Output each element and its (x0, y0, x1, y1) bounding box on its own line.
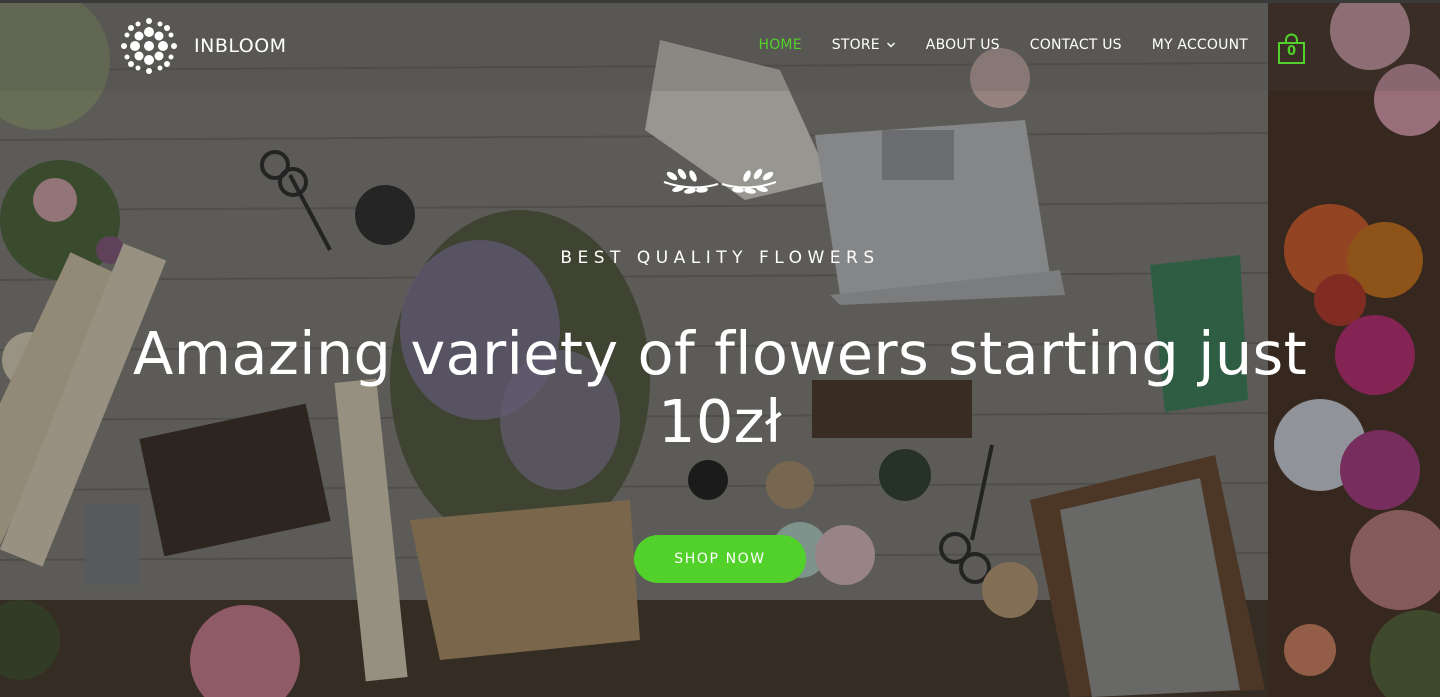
cart-count: 0 (1286, 44, 1297, 59)
site-header: INBLOOM HOME STORE ABOUT US CONTACT US M… (0, 3, 1440, 91)
brand[interactable]: INBLOOM (120, 17, 287, 75)
nav-item-label: MY ACCOUNT (1151, 37, 1248, 53)
flower-cluster-icon (121, 18, 177, 74)
nav-item-label: ABOUT US (925, 37, 1000, 53)
hero-headline: Amazing variety of flowers starting just… (132, 319, 1308, 456)
cart-button[interactable]: 0 (1277, 33, 1306, 65)
nav-item-contact-us[interactable]: CONTACT US (1030, 37, 1122, 53)
nav-item-about-us[interactable]: ABOUT US (926, 37, 1000, 53)
laurel-icon (663, 168, 777, 194)
nav-item-home[interactable]: HOME (758, 37, 801, 53)
nav-item-label: HOME (758, 37, 802, 53)
hero-tagline: BEST QUALITY FLOWERS (560, 248, 880, 268)
nav-item-store[interactable]: STORE (832, 37, 896, 53)
nav-item-label: CONTACT US (1029, 37, 1122, 53)
nav-item-my-account[interactable]: MY ACCOUNT (1152, 37, 1248, 53)
main-nav: HOME STORE ABOUT US CONTACT US MY ACCOUN… (758, 37, 1248, 53)
shop-now-button[interactable]: SHOP NOW (634, 535, 806, 583)
nav-item-label: STORE (831, 37, 880, 53)
chevron-down-icon (886, 42, 895, 48)
brand-name: INBLOOM (194, 35, 287, 57)
